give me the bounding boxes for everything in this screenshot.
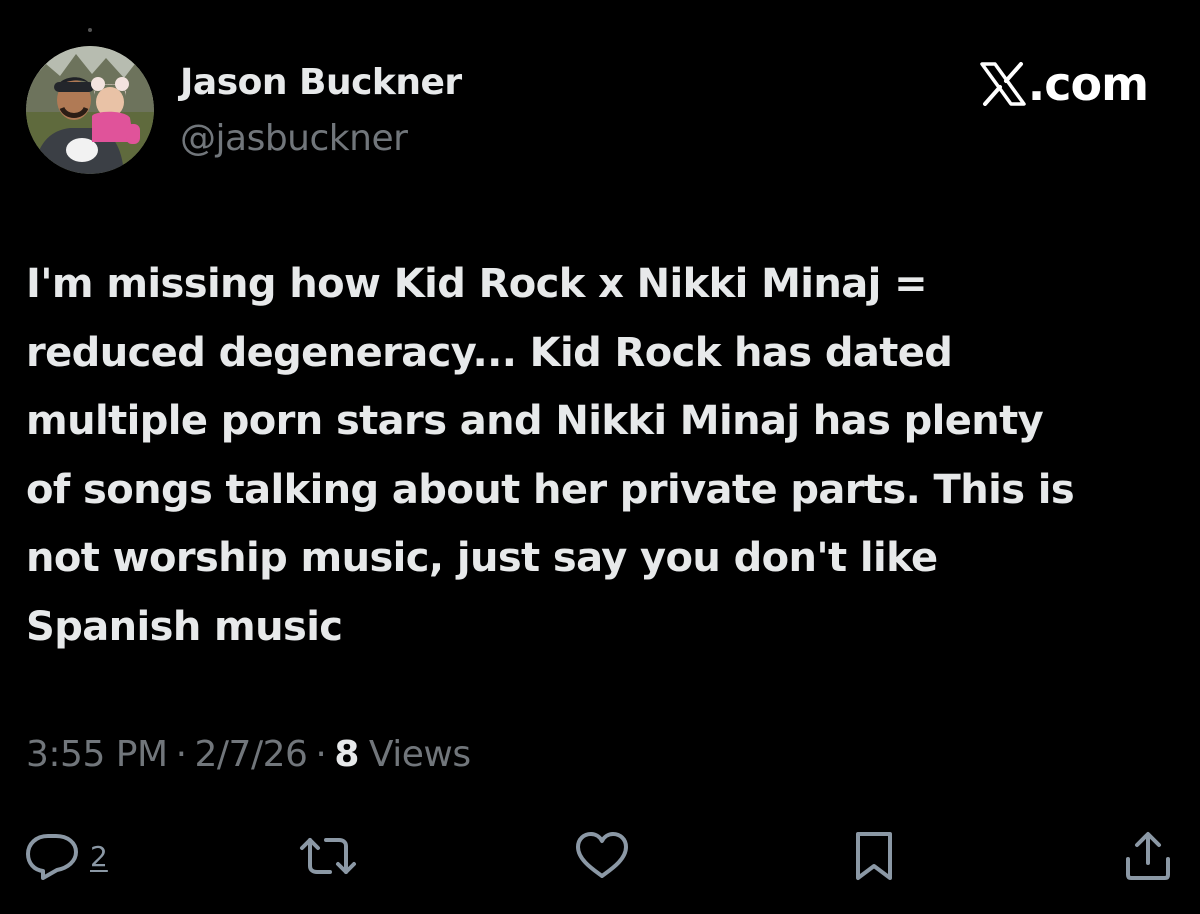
tweet-date[interactable]: 2/7/26 bbox=[195, 734, 308, 775]
bookmark-button[interactable] bbox=[850, 826, 898, 886]
top-dot-divider bbox=[88, 28, 92, 32]
meta-separator: · bbox=[315, 734, 327, 775]
reply-button[interactable]: 2 bbox=[24, 826, 108, 886]
tweet-line: of songs talking about her private parts… bbox=[26, 466, 1075, 513]
watermark-text: .com bbox=[1027, 57, 1149, 111]
tweet-line: not worship music, just say you don't li… bbox=[26, 535, 938, 581]
tweet-actions-bar: 2 bbox=[0, 826, 1200, 886]
tweet-time[interactable]: 3:55 PM bbox=[26, 734, 168, 775]
tweet-text: I'm missing how Kid Rock x Nikki Minaj =… bbox=[26, 250, 1176, 661]
share-button[interactable] bbox=[1122, 826, 1174, 886]
tweet-metadata: 3:55 PM · 2/7/26 · 8 Views bbox=[26, 734, 471, 775]
repost-button[interactable] bbox=[298, 826, 358, 886]
repost-icon bbox=[300, 838, 356, 874]
meta-separator: · bbox=[175, 734, 187, 775]
tweet-line: multiple porn stars and Nikki Minaj has … bbox=[26, 398, 1044, 444]
views-count: 8 bbox=[334, 734, 359, 775]
share-icon bbox=[1126, 832, 1170, 880]
tweet-card: Jason Buckner @jasbuckner .com I'm missi… bbox=[0, 0, 1200, 914]
source-watermark: .com bbox=[979, 57, 1149, 111]
heart-icon bbox=[576, 832, 628, 878]
like-button[interactable] bbox=[574, 826, 630, 886]
x-logo-icon bbox=[979, 62, 1026, 106]
avatar[interactable] bbox=[26, 46, 154, 174]
author-name[interactable]: Jason Buckner bbox=[180, 62, 462, 103]
bookmark-icon bbox=[856, 832, 892, 880]
reply-icon bbox=[26, 834, 78, 880]
tweet-line: I'm missing how Kid Rock x Nikki Minaj = bbox=[26, 261, 928, 307]
avatar-photo bbox=[26, 46, 154, 174]
author-handle[interactable]: @jasbuckner bbox=[180, 118, 408, 159]
reply-count[interactable]: 2 bbox=[90, 840, 108, 873]
tweet-line: reduced degeneracy... Kid Rock has dated bbox=[26, 329, 953, 376]
tweet-line: Spanish music bbox=[26, 603, 343, 650]
views-label: Views bbox=[368, 734, 471, 775]
